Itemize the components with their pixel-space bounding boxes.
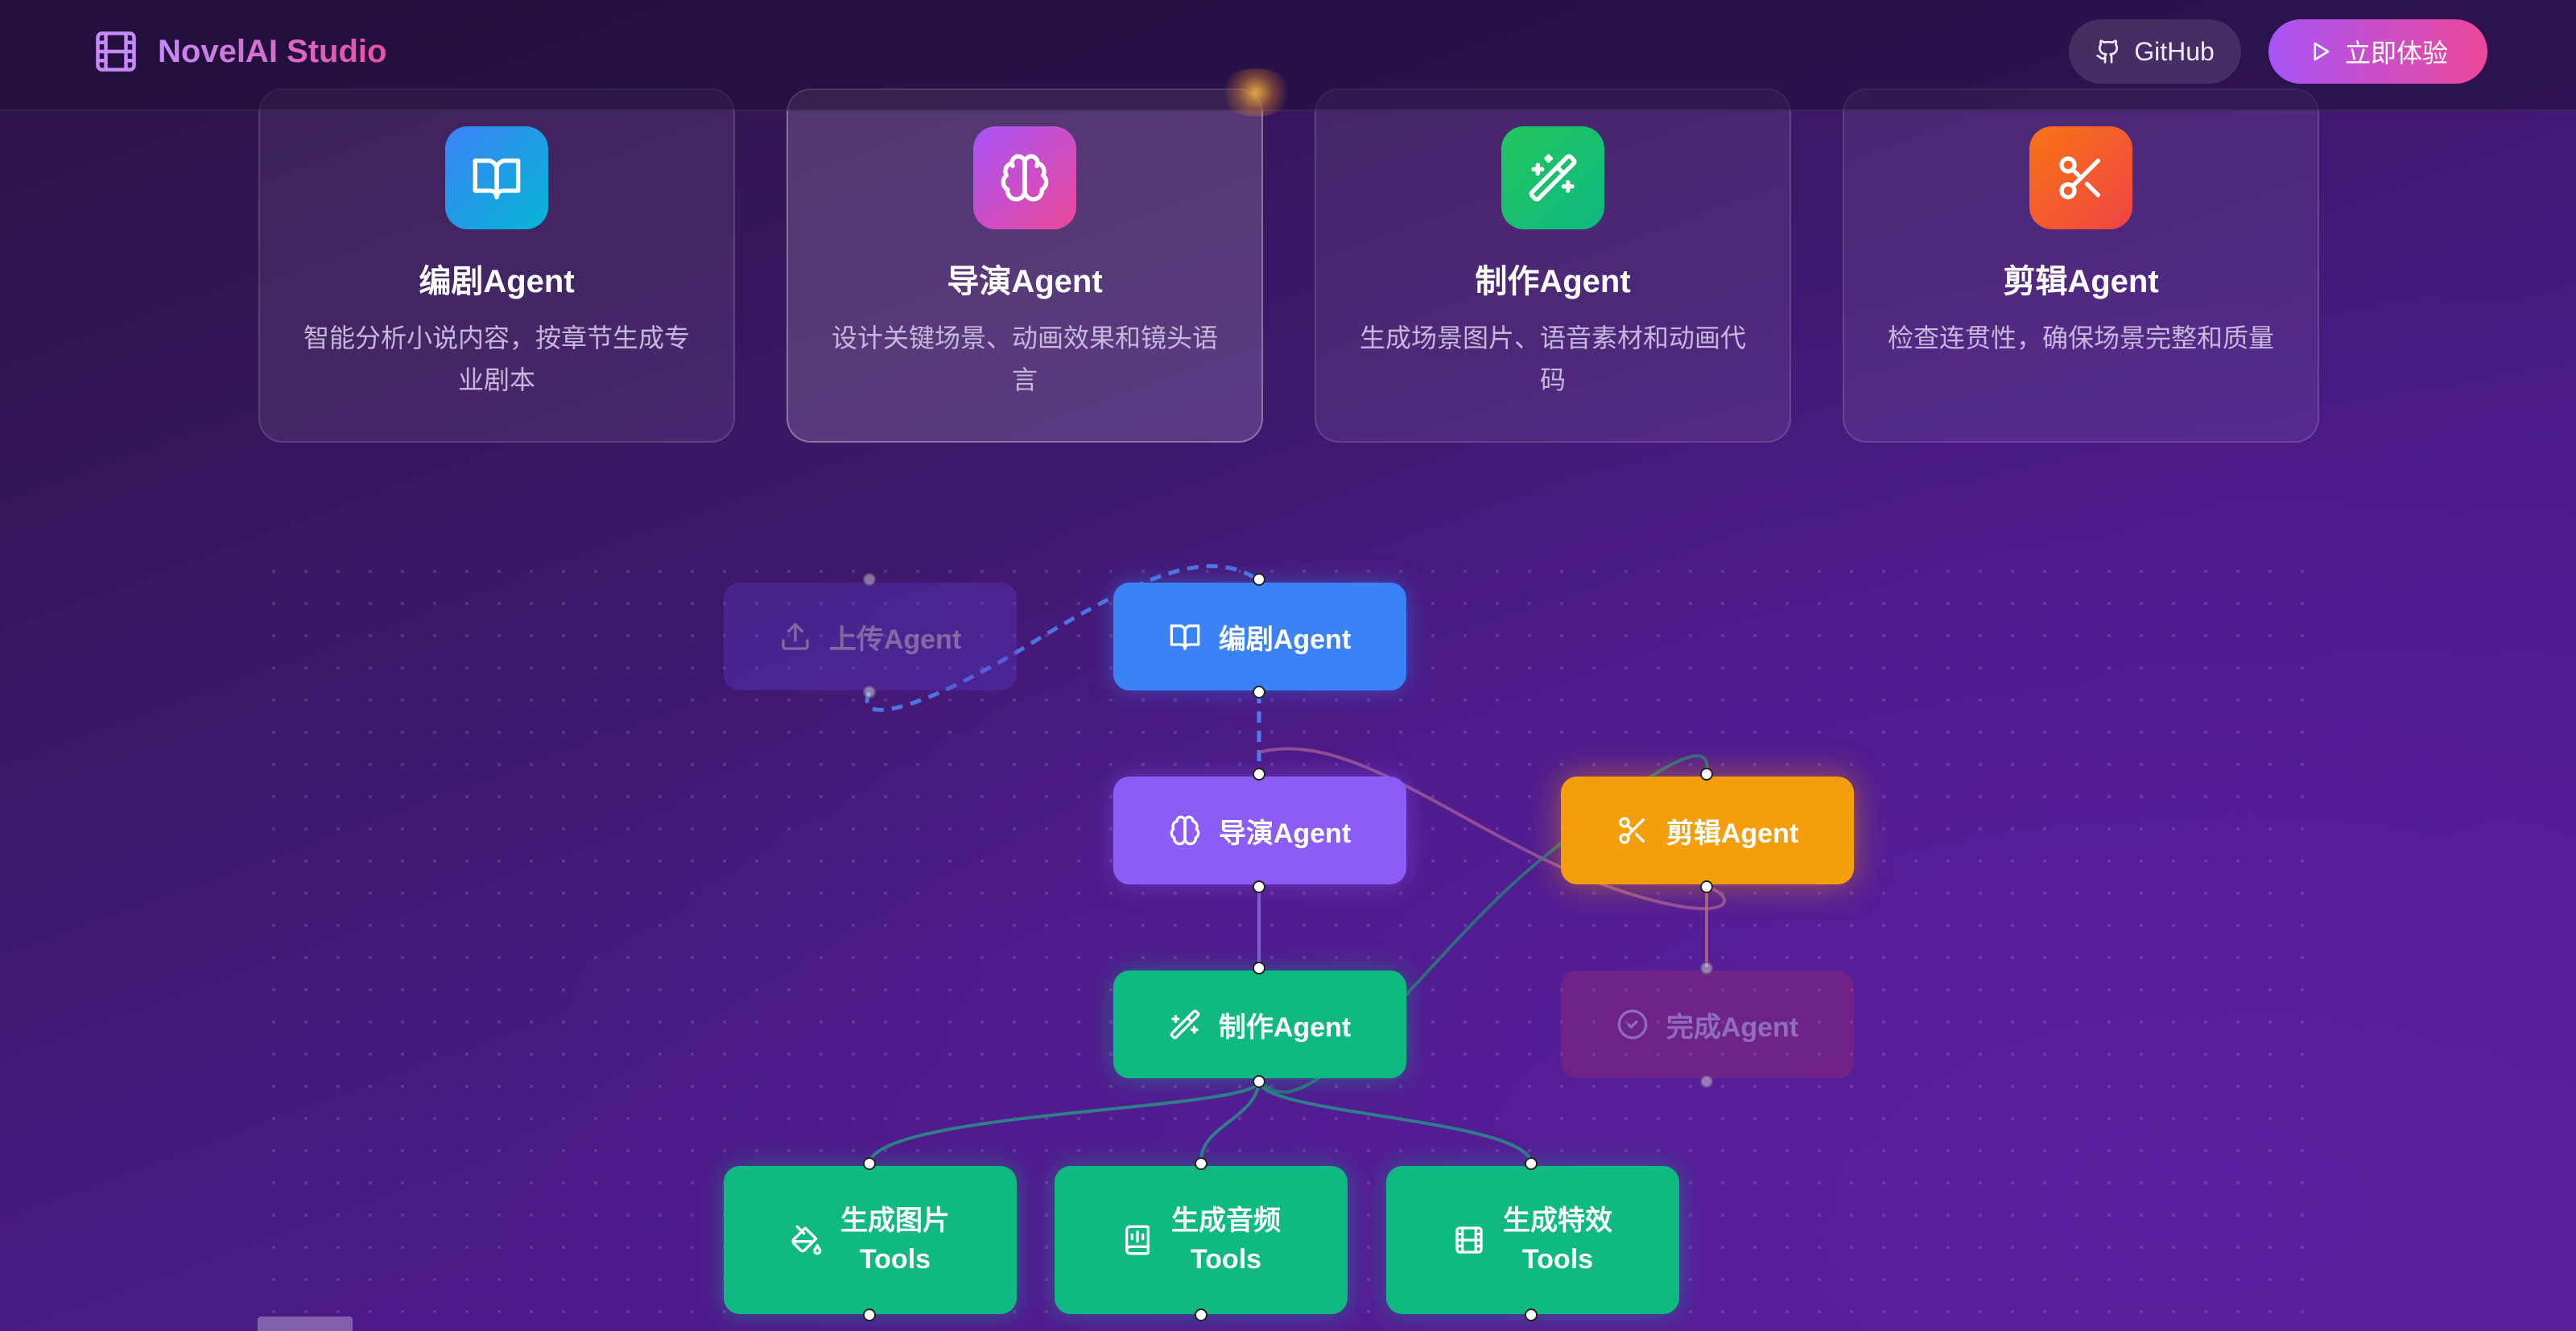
card-production-agent[interactable]: 制作Agent 生成场景图片、语音素材和动画代码: [1315, 89, 1791, 443]
card-description: 生成场景图片、语音素材和动画代码: [1359, 323, 1746, 394]
book-open-icon: [473, 159, 521, 200]
node-done-agent[interactable]: 完成Agent: [1561, 970, 1854, 1078]
node-handle[interactable]: [1253, 880, 1265, 893]
github-button[interactable]: GitHub: [2069, 19, 2241, 84]
node-label: 上传Agent: [828, 624, 962, 655]
check-circle-icon: [1617, 1009, 1648, 1040]
node-editor-agent[interactable]: 剪辑Agent: [1561, 777, 1854, 884]
github-label: GitHub: [2134, 36, 2215, 66]
node-handle[interactable]: [1253, 573, 1265, 586]
node-handle[interactable]: [863, 686, 876, 698]
node-label-line1: 生成特效: [1503, 1205, 1612, 1236]
node-label-line2: Tools: [859, 1244, 931, 1275]
node-label: 剪辑Agent: [1666, 818, 1799, 849]
try-now-button[interactable]: 立即体验: [2268, 19, 2487, 84]
node-handle[interactable]: [1700, 1075, 1713, 1088]
node-handle[interactable]: [1700, 768, 1713, 781]
card-director-agent[interactable]: 导演Agent 设计关键场景、动画效果和镜头语言: [786, 89, 1263, 443]
brain-icon: [1170, 815, 1200, 846]
film-icon: [96, 31, 136, 72]
play-icon: [2314, 42, 2330, 61]
card-title: 导演Agent: [947, 264, 1103, 299]
node-label-line1: 生成音频: [1171, 1205, 1281, 1236]
upload-icon: [782, 623, 809, 650]
card-description: 检查连贯性，确保场景完整和质量: [1887, 323, 2274, 352]
node-handle[interactable]: [1253, 686, 1265, 698]
node-label: 编剧Agent: [1218, 624, 1352, 655]
node-handle[interactable]: [1525, 1157, 1538, 1170]
node-upload-agent[interactable]: 上传Agent: [724, 583, 1017, 690]
scissors-icon: [1619, 817, 1645, 844]
node-label: 完成Agent: [1666, 1012, 1799, 1043]
card-description: 设计关键场景、动画效果和镜头语言: [831, 323, 1218, 394]
node-tool-generate-effect[interactable]: 生成特效 Tools: [1386, 1166, 1679, 1314]
paint-bucket-icon: [791, 1225, 822, 1255]
card-icon-bg: [2029, 126, 2132, 229]
book-audio-icon: [1125, 1225, 1150, 1255]
card-title: 编剧Agent: [419, 264, 575, 299]
node-label: 导演Agent: [1218, 818, 1352, 849]
node-handle[interactable]: [863, 1308, 876, 1321]
node-handle[interactable]: [1700, 962, 1713, 975]
cursor-glow: [1220, 68, 1292, 117]
node-label: 制作Agent: [1218, 1012, 1352, 1043]
card-description: 智能分析小说内容，按章节生成专业剧本: [303, 323, 690, 394]
node-handle[interactable]: [1253, 1075, 1265, 1088]
flow-attribution-tab: [258, 1317, 353, 1331]
node-handle[interactable]: [1253, 768, 1265, 781]
card-title: 制作Agent: [1475, 264, 1631, 299]
book-open-icon: [1170, 624, 1200, 650]
node-production-agent[interactable]: 制作Agent: [1113, 970, 1406, 1078]
node-handle[interactable]: [1700, 880, 1713, 893]
node-handle[interactable]: [1195, 1157, 1208, 1170]
node-label-line2: Tools: [1190, 1244, 1262, 1275]
card-script-agent[interactable]: 编剧Agent 智能分析小说内容，按章节生成专业剧本: [258, 89, 735, 443]
node-director-agent[interactable]: 导演Agent: [1113, 777, 1406, 884]
app-name: NovelAI Studio: [158, 33, 387, 69]
node-label: 生成图片 Tools: [840, 1201, 950, 1279]
node-label-line2: Tools: [1521, 1244, 1594, 1275]
node-label: 生成特效 Tools: [1503, 1201, 1612, 1279]
node-tool-generate-audio[interactable]: 生成音频 Tools: [1055, 1166, 1348, 1314]
wand-sparkles-icon: [1529, 154, 1577, 202]
node-label: 生成音频 Tools: [1171, 1201, 1281, 1279]
card-icon-bg: [445, 126, 548, 229]
card-title: 剪辑Agent: [2003, 264, 2159, 299]
node-tool-generate-image[interactable]: 生成图片 Tools: [724, 1166, 1017, 1314]
card-icon-bg: [1501, 126, 1604, 229]
node-script-agent[interactable]: 编剧Agent: [1113, 583, 1406, 690]
brain-icon: [1001, 154, 1049, 202]
card-editor-agent[interactable]: 剪辑Agent 检查连贯性，确保场景完整和质量: [1843, 89, 2319, 443]
wand-sparkles-icon: [1170, 1009, 1200, 1040]
try-now-label: 立即体验: [2344, 39, 2448, 68]
node-handle[interactable]: [1253, 962, 1265, 975]
node-handle[interactable]: [863, 573, 876, 586]
node-label-line1: 生成图片: [840, 1205, 950, 1236]
node-handle[interactable]: [1525, 1308, 1538, 1321]
github-icon: [2096, 39, 2119, 64]
film-icon: [1455, 1226, 1483, 1254]
brand-logo[interactable]: NovelAI Studio: [92, 27, 386, 76]
scissors-icon: [2059, 156, 2100, 200]
node-handle[interactable]: [863, 1157, 876, 1170]
card-icon-bg: [973, 126, 1076, 229]
node-handle[interactable]: [1195, 1308, 1208, 1321]
